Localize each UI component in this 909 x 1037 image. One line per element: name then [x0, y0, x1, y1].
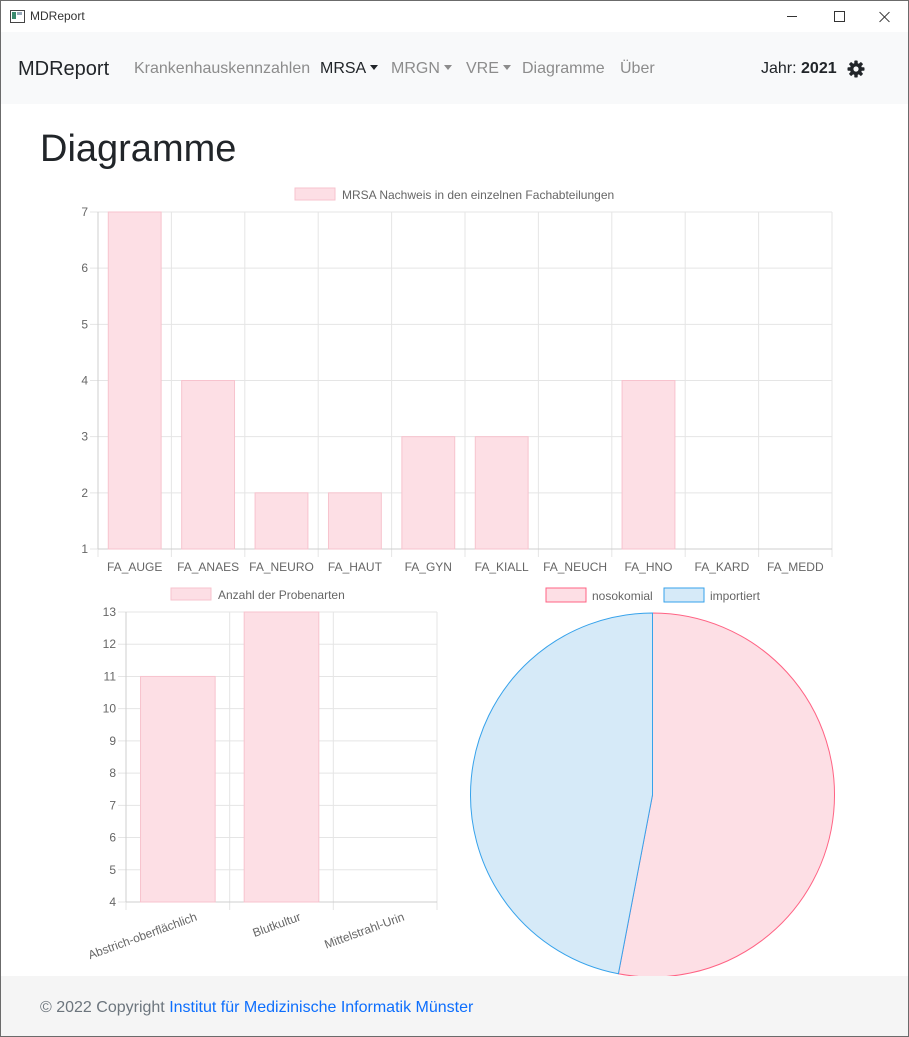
y-tick-label: 7	[109, 798, 116, 812]
x-tick-label: FA_AUGE	[107, 560, 162, 574]
y-tick-label: 7	[81, 205, 88, 219]
x-tick-label: Blutkultur	[251, 910, 303, 940]
x-tick-label: FA_HNO	[624, 560, 672, 574]
bar	[243, 611, 320, 903]
y-tick-label: 8	[109, 766, 116, 780]
bar	[401, 436, 456, 550]
y-tick-label: 4	[109, 895, 116, 909]
chart-fachabteilungen: MRSA Nachweis in den einzelnen Fachabtei…	[81, 187, 835, 976]
y-tick-label: 5	[109, 863, 116, 877]
y-tick-label: 12	[103, 637, 117, 651]
x-tick-label: Mittelstrahl-Urin	[322, 910, 406, 952]
x-tick-label: FA_ANAES	[177, 560, 239, 574]
bar	[621, 380, 676, 550]
bar	[181, 380, 236, 550]
legend-label: nosokomial	[592, 589, 653, 603]
footer: © 2022 Copyright Institut für Medizinisc…	[1, 976, 908, 1036]
bar	[327, 492, 382, 550]
legend-label: MRSA Nachweis in den einzelnen Fachabtei…	[342, 188, 614, 202]
bar	[474, 436, 529, 550]
y-tick-label: 6	[109, 831, 116, 845]
bar	[140, 675, 216, 903]
footer-text: © 2022 Copyright Institut für Medizinisc…	[40, 999, 473, 1017]
x-tick-label: FA_HAUT	[328, 560, 383, 574]
legend-swatch	[545, 587, 587, 603]
y-tick-label: 13	[103, 605, 117, 619]
x-tick-label: FA_GYN	[405, 560, 452, 574]
y-tick-label: 2	[81, 486, 88, 500]
y-tick-label: 5	[81, 317, 88, 331]
app-window: MDReport MDReport Krankenhauskennzahlen …	[0, 0, 909, 1037]
footer-link[interactable]: Institut für Medizinische Informatik Mün…	[169, 999, 473, 1016]
bar	[107, 211, 162, 550]
bar	[254, 492, 309, 550]
y-tick-label: 11	[104, 669, 117, 683]
legend-swatch	[294, 187, 336, 201]
x-tick-label: Abstrich-oberflächlich	[86, 910, 199, 962]
x-tick-label: FA_MEDD	[767, 560, 824, 574]
x-tick-label: FA_NEURO	[249, 560, 314, 574]
legend-label: importiert	[710, 589, 761, 603]
footer-copyright: © 2022 Copyright	[40, 999, 165, 1016]
x-tick-label: FA_NEUCH	[543, 560, 607, 574]
pie-slice	[470, 612, 653, 975]
y-tick-label: 9	[109, 734, 116, 748]
y-tick-label: 3	[81, 430, 88, 444]
y-tick-label: 4	[81, 374, 88, 388]
legend-swatch	[170, 587, 212, 601]
legend-label: Anzahl der Probenarten	[218, 588, 345, 602]
y-tick-label: 6	[81, 261, 88, 275]
y-tick-label: 10	[103, 702, 117, 716]
x-tick-label: FA_KIALL	[475, 560, 529, 574]
x-tick-label: FA_KARD	[695, 560, 750, 574]
y-tick-label: 1	[81, 542, 88, 556]
legend-swatch	[663, 587, 705, 603]
